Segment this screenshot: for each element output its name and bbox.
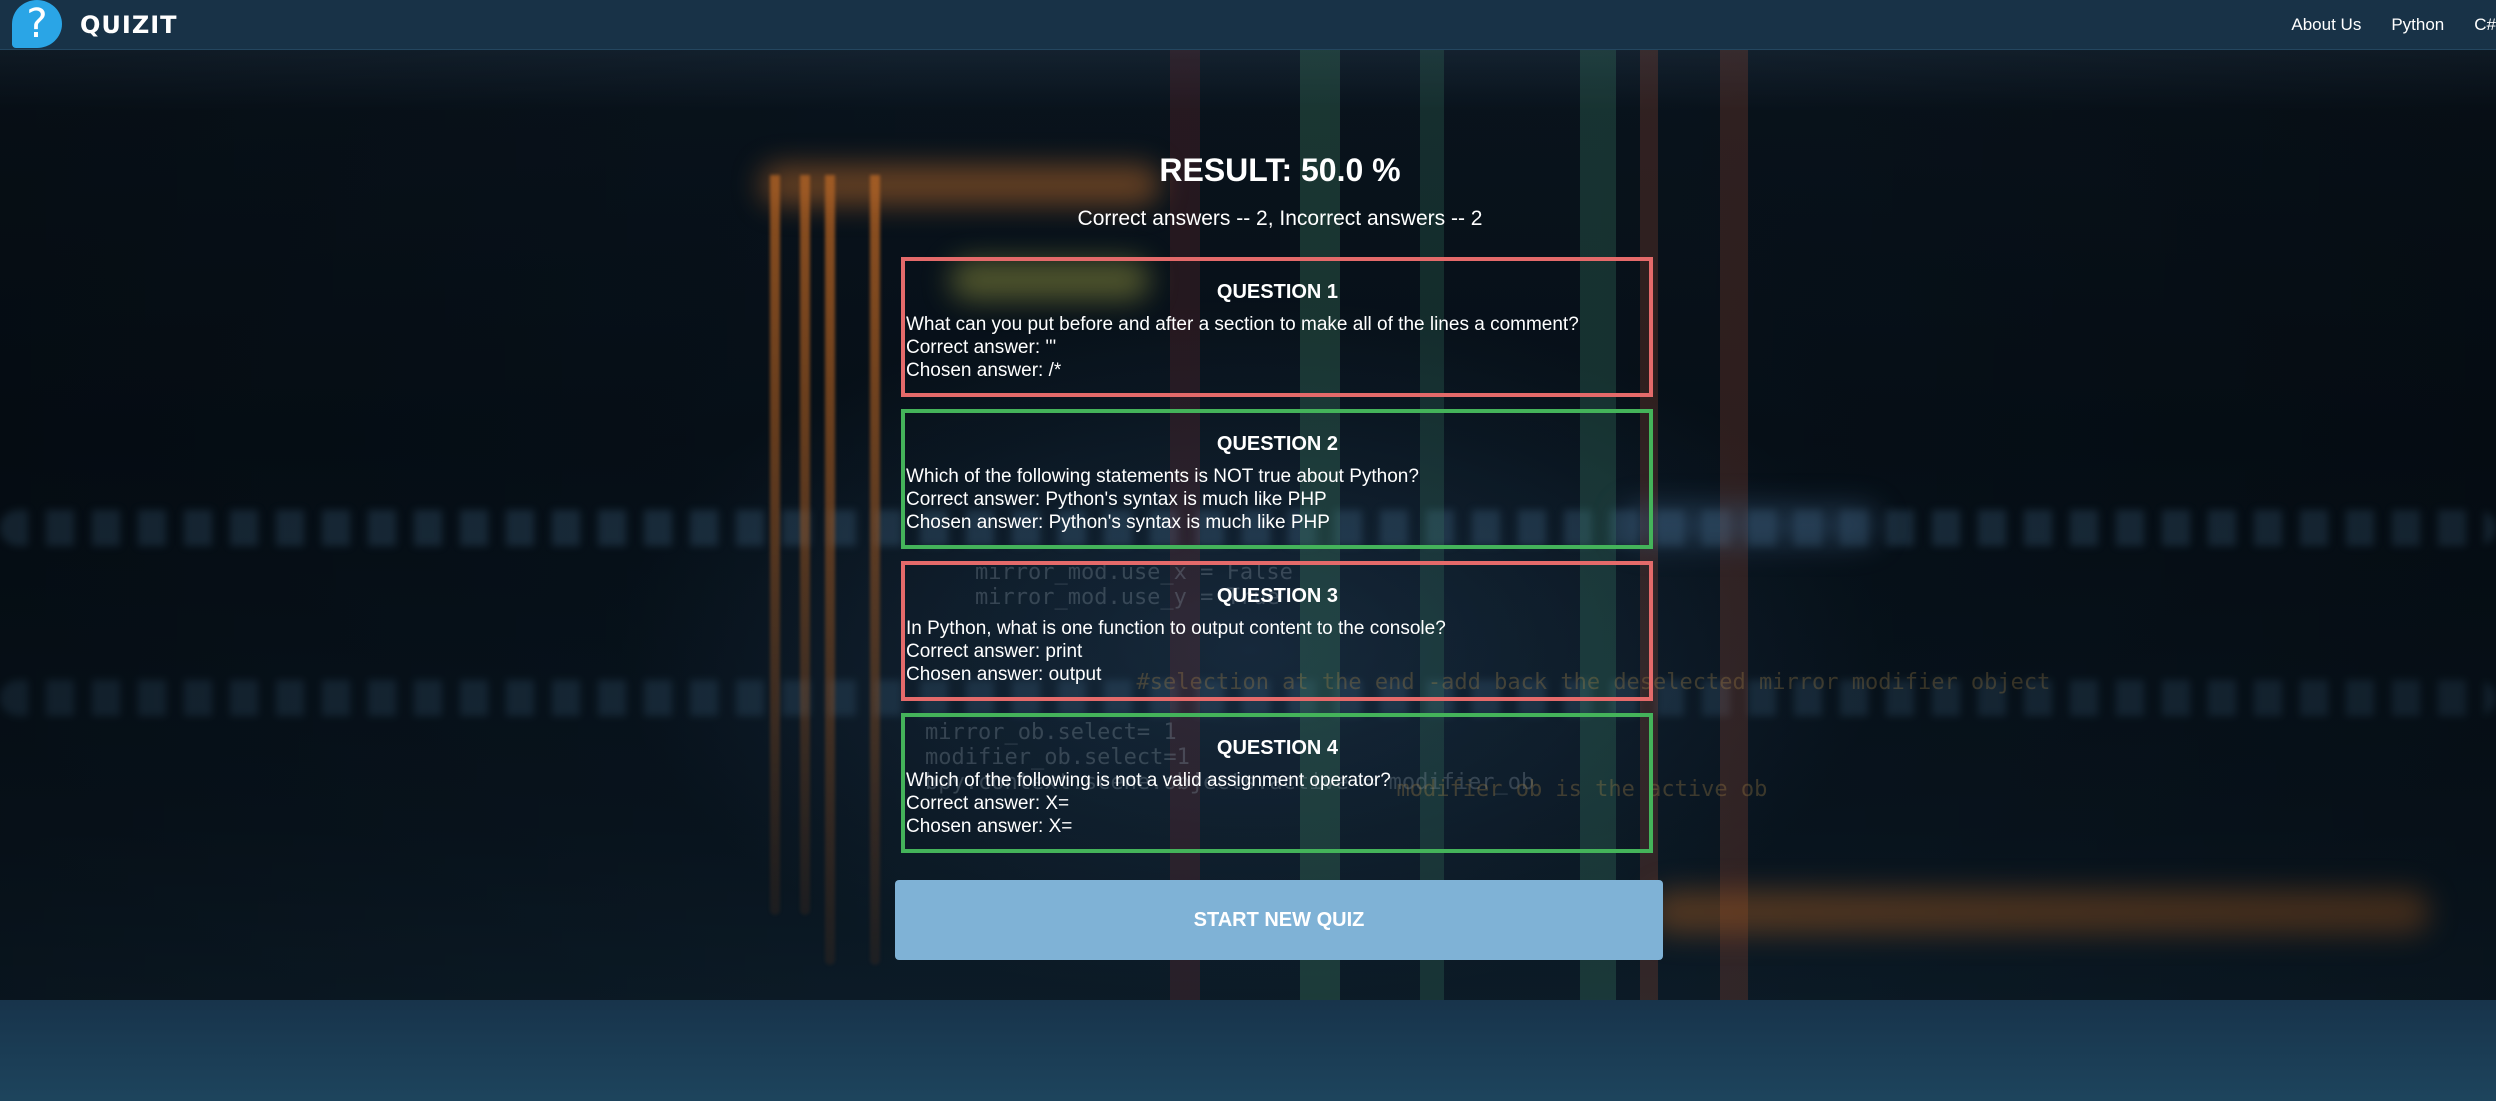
- question-card-4: QUESTION 4 Which of the following is not…: [901, 713, 1653, 853]
- question-text: In Python, what is one function to outpu…: [906, 618, 1446, 639]
- question-title: QUESTION 2: [1216, 433, 1339, 455]
- nav-link-about-us[interactable]: About Us: [2291, 15, 2361, 35]
- question-title: QUESTION 1: [1216, 281, 1339, 303]
- question-card-1: QUESTION 1 What can you put before and a…: [901, 257, 1653, 397]
- background-footer-band: [0, 1000, 2496, 1101]
- chosen-answer: Chosen answer: Python's syntax is much l…: [906, 512, 1330, 533]
- nav-link-csharp[interactable]: C#: [2474, 15, 2496, 35]
- brand-name[interactable]: QUIZIT: [80, 11, 178, 39]
- start-new-quiz-button[interactable]: START NEW QUIZ: [895, 880, 1663, 960]
- correct-answer: Correct answer: Python's syntax is much …: [906, 489, 1327, 510]
- nav-links: About Us Python C#: [2261, 0, 2496, 50]
- correct-answer: Correct answer: X=: [906, 793, 1070, 814]
- question-text: Which of the following is not a valid as…: [906, 770, 1391, 791]
- chosen-answer: Chosen answer: /*: [906, 360, 1062, 381]
- nav-link-python[interactable]: Python: [2391, 15, 2444, 35]
- question-card-3: QUESTION 3 In Python, what is one functi…: [901, 561, 1653, 701]
- question-text: What can you put before and after a sect…: [906, 314, 1579, 335]
- correct-answer: Correct answer: print: [906, 641, 1083, 662]
- result-summary: Correct answers -- 2, Incorrect answers …: [1077, 207, 1483, 230]
- question-card-2: QUESTION 2 Which of the following statem…: [901, 409, 1653, 549]
- question-title: QUESTION 4: [1216, 737, 1339, 759]
- navbar: ? QUIZIT About Us Python C#: [0, 0, 2496, 50]
- correct-answer: Correct answer: ''': [906, 337, 1057, 358]
- chosen-answer: Chosen answer: X=: [906, 816, 1073, 837]
- question-text: Which of the following statements is NOT…: [906, 466, 1419, 487]
- result-title: RESULT: 50.0 %: [1159, 152, 1401, 188]
- question-title: QUESTION 3: [1216, 585, 1339, 607]
- chosen-answer: Chosen answer: output: [906, 664, 1102, 685]
- question-mark-icon[interactable]: ?: [12, 0, 62, 48]
